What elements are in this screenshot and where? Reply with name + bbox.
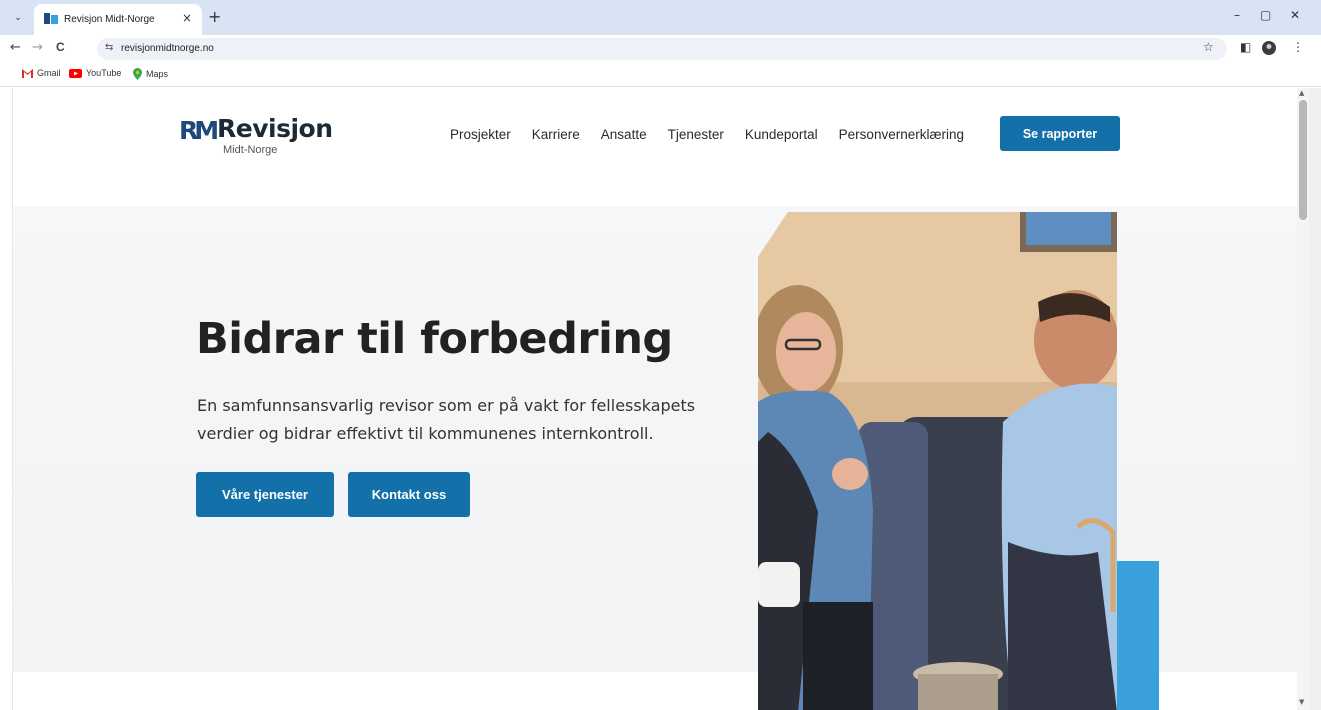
browser-menu-icon[interactable]: ⋮ bbox=[1292, 40, 1304, 54]
hero-image-wrap bbox=[758, 212, 1159, 710]
hero-photo bbox=[758, 212, 1117, 710]
gmail-icon bbox=[22, 68, 33, 78]
page-scrollbar[interactable]: ▲ ▼ bbox=[1297, 88, 1309, 710]
site-header: RM Revisjon Midt-Norge Prosjekter Karrie… bbox=[13, 88, 1297, 206]
browser-toolbar: ← → C ⇆ revisjonmidtnorge.no ☆ ◧ ⋮ bbox=[0, 35, 1321, 63]
maps-icon bbox=[133, 68, 142, 80]
bookmarks-bar: Gmail YouTube Maps bbox=[0, 63, 1321, 87]
nav-link-prosjekter[interactable]: Prosjekter bbox=[450, 127, 511, 142]
browser-tab-bar: ⌄ Revisjon Midt-Norge × + – ▢ ✕ bbox=[0, 0, 1321, 35]
back-button[interactable]: ← bbox=[10, 40, 21, 55]
see-reports-button[interactable]: Se rapporter bbox=[1000, 116, 1120, 151]
logo-text: Revisjon bbox=[217, 114, 333, 143]
window-gutter bbox=[1309, 88, 1321, 710]
tab-close-icon[interactable]: × bbox=[182, 11, 192, 25]
site-logo[interactable]: RM Revisjon Midt-Norge bbox=[179, 114, 349, 159]
main-navigation: Prosjekter Karriere Ansatte Tjenester Ku… bbox=[450, 127, 964, 142]
window-close-button[interactable]: ✕ bbox=[1290, 8, 1300, 22]
tab-title: Revisjon Midt-Norge bbox=[64, 14, 155, 25]
youtube-icon bbox=[69, 68, 82, 78]
site-favicon-icon bbox=[44, 13, 58, 24]
hero-lead: En samfunnsansvarlig revisor som er på v… bbox=[197, 396, 696, 443]
hero-photo-illustration bbox=[758, 212, 1117, 710]
nav-link-karriere[interactable]: Karriere bbox=[532, 127, 580, 142]
reload-button[interactable]: C bbox=[56, 40, 65, 54]
tab-search-button[interactable]: ⌄ bbox=[9, 9, 27, 27]
nav-link-personvernerklaering[interactable]: Personvernerklæring bbox=[839, 127, 964, 142]
nav-link-ansatte[interactable]: Ansatte bbox=[601, 127, 647, 142]
side-panel-icon[interactable]: ◧ bbox=[1240, 40, 1251, 54]
hero-title: Bidrar til forbedring bbox=[196, 314, 673, 364]
nav-link-tjenester[interactable]: Tjenester bbox=[668, 127, 724, 142]
bookmark-star-icon[interactable]: ☆ bbox=[1203, 40, 1214, 54]
profile-avatar-icon[interactable] bbox=[1262, 41, 1276, 55]
address-bar[interactable]: ⇆ revisjonmidtnorge.no bbox=[97, 38, 1227, 60]
logo-mark: RM bbox=[179, 116, 219, 145]
scrollbar-thumb[interactable] bbox=[1299, 100, 1307, 220]
new-tab-button[interactable]: + bbox=[208, 7, 221, 26]
bookmark-label: Maps bbox=[146, 69, 169, 79]
bookmark-gmail[interactable]: Gmail bbox=[22, 68, 61, 78]
scroll-up-icon[interactable]: ▲ bbox=[1299, 89, 1304, 97]
scroll-down-icon[interactable]: ▼ bbox=[1299, 698, 1304, 706]
bookmark-maps[interactable]: Maps bbox=[133, 68, 168, 80]
logo-subtitle: Midt-Norge bbox=[223, 144, 278, 156]
url-text: revisjonmidtnorge.no bbox=[121, 43, 214, 54]
our-services-button[interactable]: Våre tjenester bbox=[196, 472, 334, 517]
bookmark-label: Gmail bbox=[37, 68, 61, 78]
forward-button[interactable]: → bbox=[32, 40, 43, 55]
bookmark-label: YouTube bbox=[86, 68, 122, 78]
site-info-icon[interactable]: ⇆ bbox=[105, 42, 113, 53]
nav-link-kundeportal[interactable]: Kundeportal bbox=[745, 127, 818, 142]
browser-tab-active[interactable]: Revisjon Midt-Norge × bbox=[34, 4, 202, 35]
bookmark-youtube[interactable]: YouTube bbox=[69, 68, 121, 78]
contact-us-button[interactable]: Kontakt oss bbox=[348, 472, 470, 517]
page-viewport: RM Revisjon Midt-Norge Prosjekter Karrie… bbox=[12, 88, 1297, 710]
window-maximize-button[interactable]: ▢ bbox=[1260, 8, 1271, 22]
window-minimize-button[interactable]: – bbox=[1234, 8, 1240, 22]
